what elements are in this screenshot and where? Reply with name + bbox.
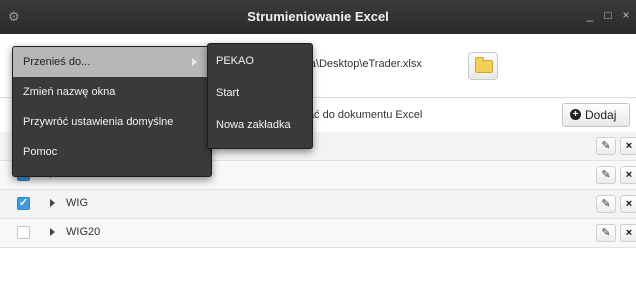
menu-item-label: Przywróć ustawienia domyślne [23,116,174,128]
menu-item-label: Pomoc [23,146,58,158]
list-item[interactable]: ✓ WIG ✎ × [0,190,636,219]
folder-icon [475,57,493,73]
close-button[interactable]: × [620,8,632,22]
row-checkbox[interactable]: ✓ [17,197,30,210]
menu-item-restore-defaults[interactable]: Przywróć ustawienia domyślne [13,107,211,137]
menu-item-help[interactable]: Pomoc [13,137,211,167]
submenu-item-new-tab[interactable]: Nowa zakładka [208,110,312,140]
expand-arrow-icon[interactable] [50,199,55,207]
row-checkbox[interactable] [17,226,30,239]
move-to-submenu: PEKAO Start Nowa zakładka [207,43,313,149]
menu-item-label: Zmień nazwę okna [23,86,116,98]
window-controls: _ □ × [584,8,632,22]
submenu-item-start[interactable]: Start [208,78,312,108]
maximize-button[interactable]: □ [602,8,614,22]
title-bar: ⚙ Strumieniowanie Excel _ □ × [0,0,636,34]
submenu-arrow-icon [192,58,197,66]
delete-icon[interactable]: × [620,166,636,184]
file-path-text: ora\Desktop\eTrader.xlsx [300,58,422,70]
context-menu: Przenieś do... Zmień nazwę okna Przywróć… [12,46,212,177]
list-item[interactable]: WIG20 ✎ × [0,219,636,248]
submenu-item-pekao[interactable]: PEKAO [208,46,312,76]
plus-icon: + [570,109,581,120]
edit-icon[interactable]: ✎ [596,166,616,184]
add-button-label: Dodaj [585,108,617,122]
delete-icon[interactable]: × [620,195,636,213]
edit-icon[interactable]: ✎ [596,224,616,242]
minimize-button[interactable]: _ [584,8,596,22]
menu-item-label: Przenieś do... [23,56,91,68]
browse-folder-button[interactable] [468,52,498,80]
delete-icon[interactable]: × [620,137,636,155]
row-name: WIG [66,197,88,209]
window-title: Strumieniowanie Excel [247,9,389,24]
edit-icon[interactable]: ✎ [596,195,616,213]
edit-icon[interactable]: ✎ [596,137,616,155]
add-hint-text: wać do dokumentu Excel [300,109,423,121]
menu-item-move-to[interactable]: Przenieś do... [13,47,211,77]
row-name: WIG20 [66,226,101,238]
expand-arrow-icon[interactable] [50,228,55,236]
menu-item-rename[interactable]: Zmień nazwę okna [13,77,211,107]
delete-icon[interactable]: × [620,224,636,242]
add-button[interactable]: + Dodaj [562,103,630,127]
